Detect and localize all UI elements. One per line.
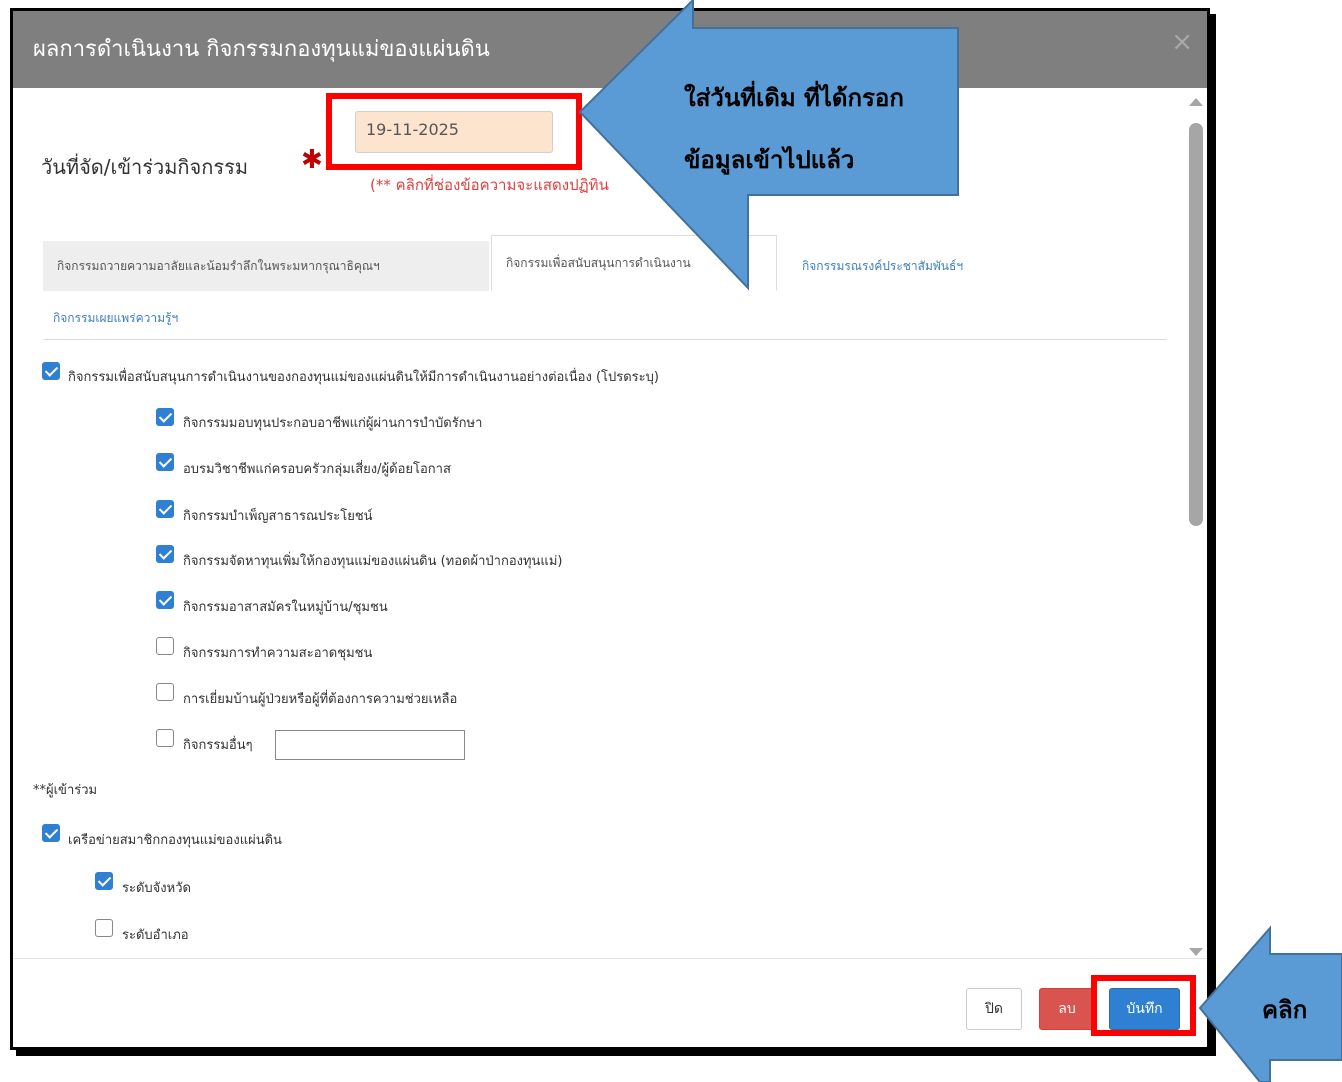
arrow-top-text-line2: ข้อมูลเข้าไปแล้ว: [684, 146, 855, 174]
arrow-top-text-line1: ใส่วันที่เดิม ที่ได้กรอก: [684, 84, 904, 112]
callout-arrow-left-icon: [578, 0, 1342, 1082]
arrow-bottom-text: คลิก: [1262, 996, 1308, 1024]
